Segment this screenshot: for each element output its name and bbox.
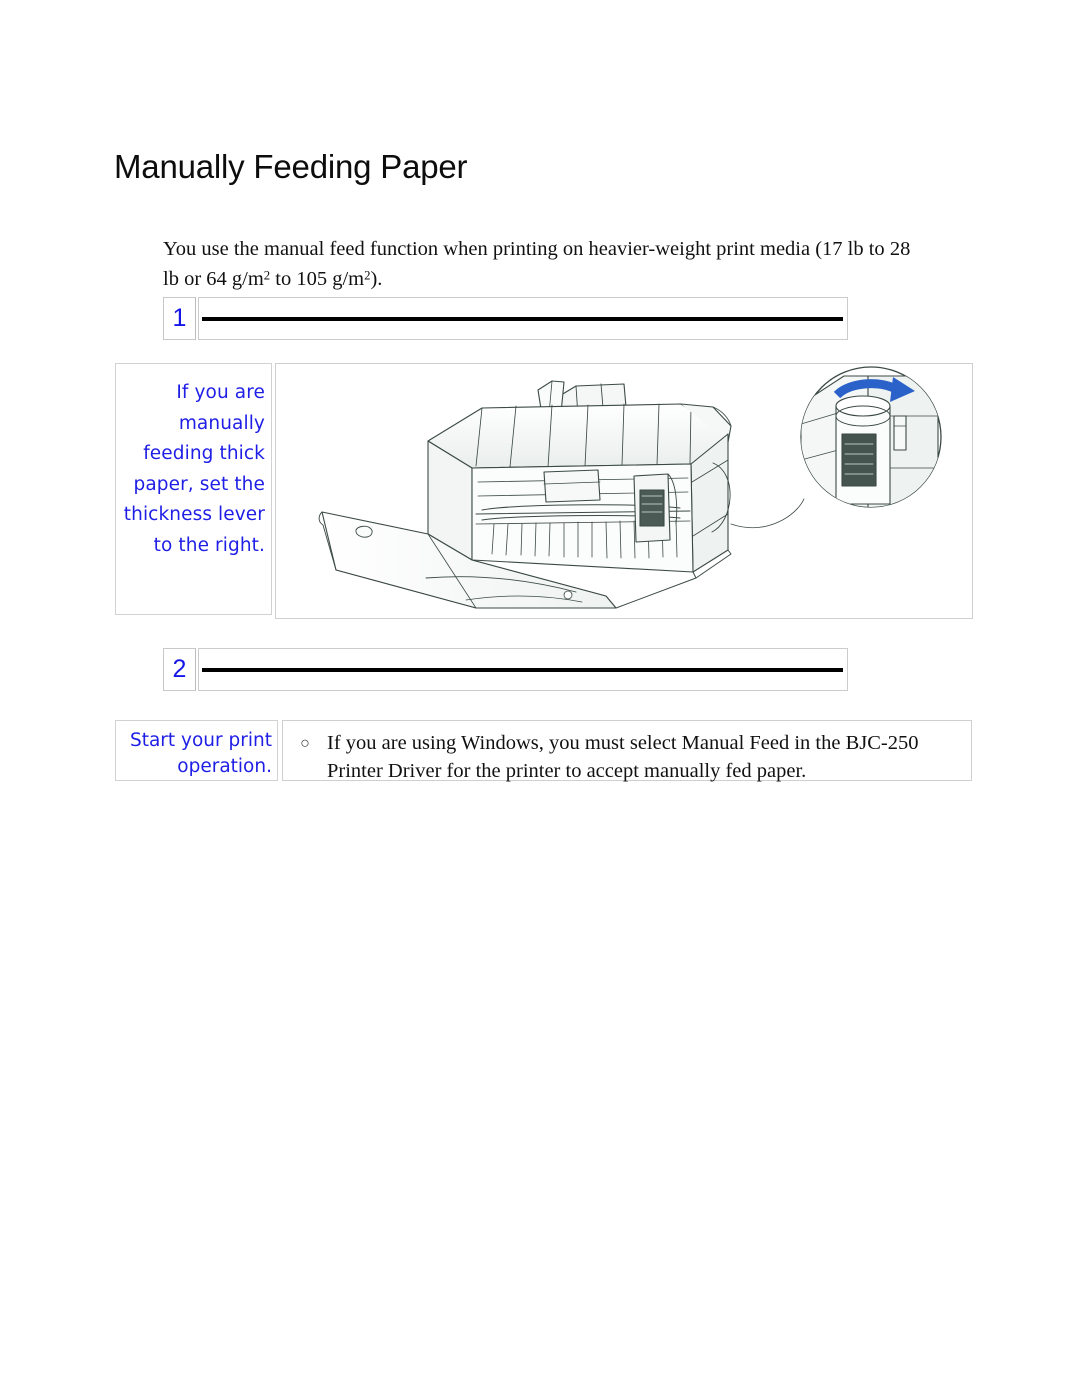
final-caption-cell: Start your print operation. (115, 720, 278, 781)
step-header-row-2: 2 (163, 648, 848, 691)
intro-line-1: You use the manual feed function when pr… (163, 237, 885, 260)
step-body-cell-1 (198, 297, 848, 340)
final-note-text: If you are using Windows, you must selec… (327, 732, 919, 782)
step-header-row-1: 1 (163, 297, 848, 340)
illustration-caption-text: If you are manually feeding thick paper,… (123, 382, 265, 556)
bullet-circle-icon: ○ (300, 735, 310, 752)
step-body-cell-2 (198, 648, 848, 691)
step-rule-2 (202, 667, 843, 672)
printer-illustration (275, 363, 973, 619)
illustration-table: If you are manually feeding thick paper,… (115, 363, 973, 619)
step-rule-1 (202, 316, 843, 321)
page-title: Manually Feeding Paper (114, 148, 468, 185)
intro-paragraph: You use the manual feed function when pr… (163, 234, 923, 294)
intro-line-2-mid: to 105 g/m (270, 267, 365, 290)
final-note-row: Start your print operation. ○ If you are… (115, 720, 972, 782)
magnified-callout (800, 366, 942, 508)
step-number-cell-2: 2 (163, 648, 196, 691)
final-caption-text: Start your print operation. (129, 730, 272, 777)
step-number-cell-1: 1 (163, 297, 196, 340)
step-number-2: 2 (172, 654, 187, 683)
printer-line-art-svg (318, 366, 942, 609)
step-number-1: 1 (172, 303, 187, 332)
illustration-caption-cell: If you are manually feeding thick paper,… (115, 363, 272, 615)
final-note-cell: ○ If you are using Windows, you must sel… (282, 720, 972, 782)
intro-line-2-end: ). (370, 267, 383, 290)
